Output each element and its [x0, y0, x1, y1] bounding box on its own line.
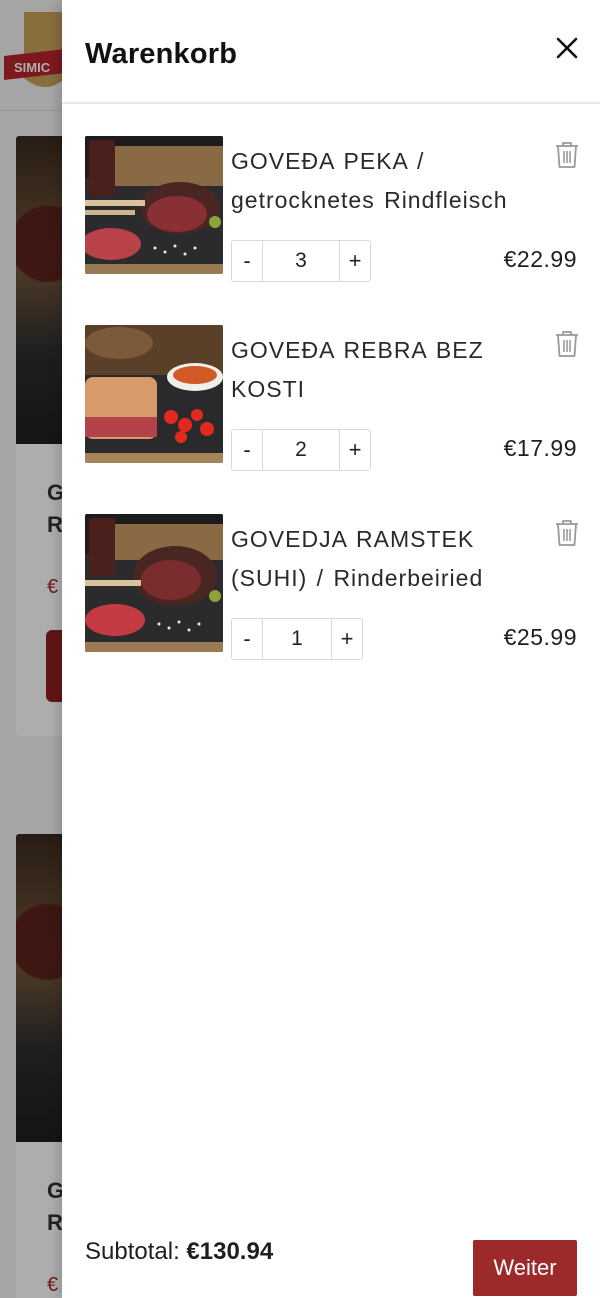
product-thumbnail — [85, 514, 223, 652]
trash-icon — [556, 142, 578, 168]
quantity-stepper: - 1 + — [231, 618, 363, 660]
cart-footer: Subtotal: €130.94 Weiter — [62, 1178, 600, 1298]
cart-drawer: Warenkorb GOVEĐA PEKA / getrocknetes Rin… — [62, 0, 600, 1298]
cart-item: GOVEĐA REBRA BEZ KOSTI - 2 + €17.99 — [85, 325, 580, 475]
quantity-stepper: - 2 + — [231, 429, 371, 471]
quantity-input[interactable]: 3 — [262, 241, 340, 281]
product-thumbnail — [85, 136, 223, 274]
trash-icon — [556, 331, 578, 357]
increase-quantity-button[interactable]: + — [340, 241, 370, 281]
decrease-quantity-button[interactable]: - — [232, 619, 262, 659]
quantity-stepper: - 3 + — [231, 240, 371, 282]
checkout-button[interactable]: Weiter — [473, 1240, 577, 1296]
increase-quantity-button[interactable]: + — [332, 619, 362, 659]
increase-quantity-button[interactable]: + — [340, 430, 370, 470]
delete-item-button[interactable] — [554, 519, 580, 547]
close-icon — [556, 37, 578, 59]
decrease-quantity-button[interactable]: - — [232, 241, 262, 281]
item-price: €25.99 — [503, 624, 577, 650]
item-name: GOVEĐA REBRA BEZ KOSTI — [231, 337, 484, 402]
item-name: GOVEDJA RAMSTEK (SUHI) / Rinderbeiried — [231, 526, 484, 591]
product-thumbnail — [85, 325, 223, 463]
quantity-input[interactable]: 2 — [262, 430, 340, 470]
decrease-quantity-button[interactable]: - — [232, 430, 262, 470]
item-name: GOVEĐA PEKA / getrocknetes Rindfleisch — [231, 148, 508, 213]
cart-title: Warenkorb — [85, 38, 238, 70]
delete-item-button[interactable] — [554, 141, 580, 169]
subtotal-label: Subtotal: — [85, 1238, 187, 1265]
subtotal-value: €130.94 — [186, 1238, 274, 1265]
item-price: €22.99 — [503, 246, 577, 272]
delete-item-button[interactable] — [554, 330, 580, 358]
cart-header: Warenkorb — [62, 0, 600, 104]
trash-icon — [556, 520, 578, 546]
cart-item: GOVEĐA PEKA / getrocknetes Rindfleisch -… — [85, 136, 580, 286]
subtotal: Subtotal: €130.94 — [85, 1238, 273, 1266]
quantity-input[interactable]: 1 — [262, 619, 332, 659]
item-price: €17.99 — [503, 435, 577, 461]
cart-item: GOVEDJA RAMSTEK (SUHI) / Rinderbeiried -… — [85, 514, 580, 664]
close-button[interactable] — [552, 33, 582, 63]
